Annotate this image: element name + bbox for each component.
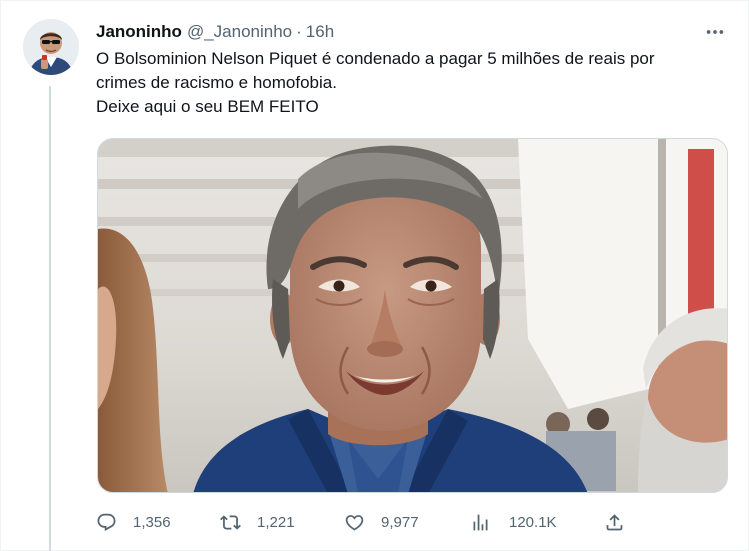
more-horizontal-icon [706,30,724,34]
tweet-header: Janoninho @_Janoninho · 16h [96,20,334,44]
share-button[interactable] [604,508,641,536]
photo-image [98,139,727,492]
share-icon [606,513,623,530]
header-separator: · [296,22,302,41]
avatar-image [23,19,79,75]
views-count: 120.1K [509,513,557,531]
author-handle[interactable]: @_Janoninho [187,22,292,42]
like-button[interactable]: 9,977 [344,508,419,536]
views-icon [473,514,488,530]
tweet-text-line: Deixe aqui o seu BEM FEITO [96,97,319,116]
reply-count: 1,356 [133,513,171,531]
tweet-actions-bar: 1,356 1,221 9,977 120.1K [96,508,636,536]
tweet-media-photo[interactable] [97,138,728,493]
views-button[interactable]: 120.1K [470,508,557,536]
retweet-icon [220,514,241,530]
author-name[interactable]: Janoninho [96,22,182,42]
author-avatar[interactable] [23,19,79,75]
tweet-text-line: O Bolsominion Nelson Piquet é condenado … [96,49,655,68]
tweet-text-line: crimes de racismo e homofobia. [96,73,337,92]
retweet-count: 1,221 [257,513,295,531]
reply-button[interactable]: 1,356 [96,508,171,536]
like-count: 9,977 [381,513,419,531]
reply-icon [97,513,116,531]
retweet-button[interactable]: 1,221 [220,508,295,536]
more-options-button[interactable] [700,20,730,44]
heart-icon [345,514,364,531]
thread-connector-line [49,86,51,551]
tweet-timestamp[interactable]: 16h [306,22,334,42]
tweet-text: O Bolsominion Nelson Piquet é condenado … [96,47,736,119]
